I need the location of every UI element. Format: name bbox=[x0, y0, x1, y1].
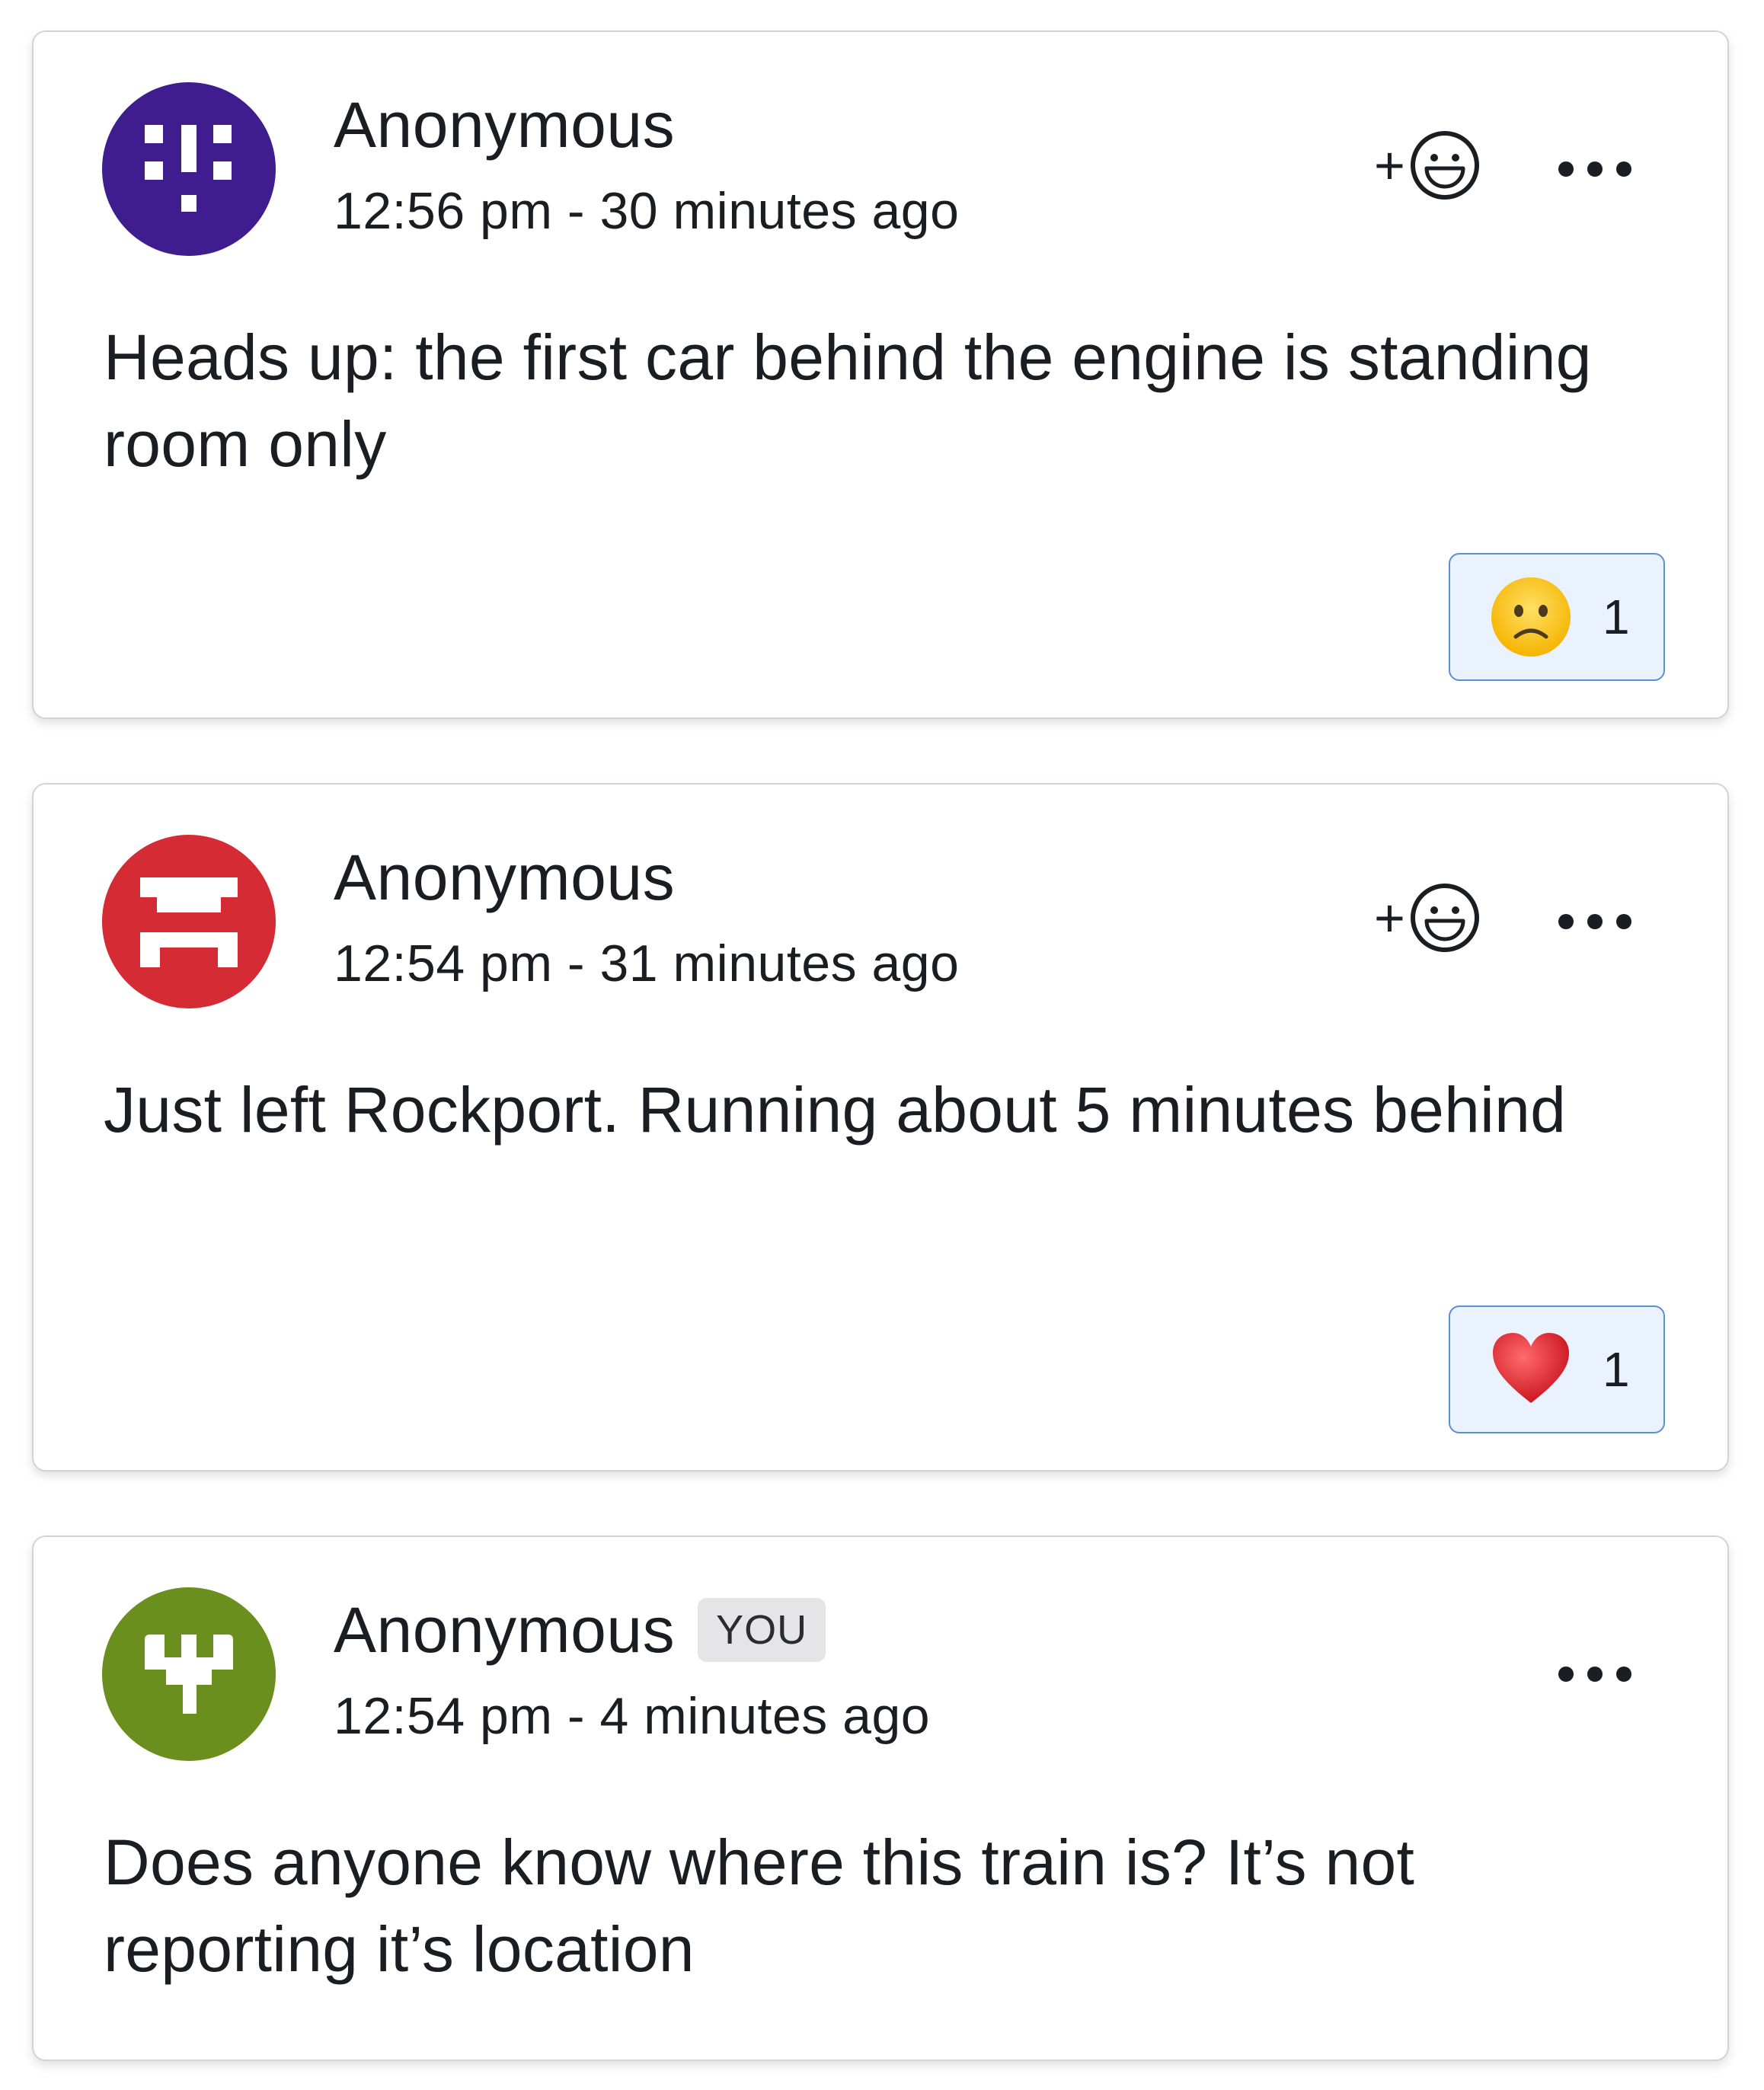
ellipsis-icon bbox=[1558, 914, 1631, 929]
smiley-face-icon bbox=[1410, 131, 1479, 200]
reaction-count: 1 bbox=[1603, 590, 1630, 644]
author-row: Anonymous YOU bbox=[334, 1592, 826, 1668]
more-options-button[interactable] bbox=[1549, 146, 1641, 192]
post-card: Anonymous YOU 12:54 pm - 4 minutes ago D… bbox=[32, 1536, 1729, 2061]
author-name: Anonymous bbox=[334, 1593, 676, 1666]
post-message: Just left Rockport. Running about 5 minu… bbox=[104, 1074, 1567, 1146]
author-name: Anonymous bbox=[334, 88, 676, 161]
plus-label: + bbox=[1374, 888, 1405, 948]
reaction-chip[interactable]: 1 bbox=[1449, 1305, 1665, 1433]
post-card: Anonymous 12:56 pm - 30 minutes ago + He… bbox=[32, 30, 1729, 719]
slightly-frowning-face-icon bbox=[1491, 577, 1571, 657]
more-options-button[interactable] bbox=[1549, 899, 1641, 944]
post-timestamp: 12:54 pm - 31 minutes ago bbox=[334, 935, 960, 992]
reaction-count: 1 bbox=[1603, 1342, 1630, 1397]
ellipsis-icon bbox=[1558, 161, 1631, 177]
post-message: Heads up: the first car behind the engin… bbox=[104, 321, 1592, 480]
avatar-purple-pattern-icon bbox=[102, 82, 276, 256]
add-reaction-button[interactable]: + bbox=[1374, 876, 1496, 960]
avatar-green-pattern-icon bbox=[102, 1587, 276, 1761]
ellipsis-icon bbox=[1558, 1667, 1631, 1682]
author-row: Anonymous bbox=[334, 839, 675, 916]
avatar[interactable] bbox=[102, 835, 276, 1008]
avatar[interactable] bbox=[102, 1587, 276, 1761]
author-name: Anonymous bbox=[334, 841, 676, 913]
avatar-red-pattern-icon bbox=[102, 835, 276, 1008]
reaction-chip[interactable]: 1 bbox=[1449, 553, 1665, 681]
post-timestamp: 12:54 pm - 4 minutes ago bbox=[334, 1687, 931, 1745]
author-row: Anonymous bbox=[334, 87, 675, 163]
post-timestamp: 12:56 pm - 30 minutes ago bbox=[334, 182, 960, 240]
add-reaction-button[interactable]: + bbox=[1374, 123, 1496, 207]
more-options-button[interactable] bbox=[1549, 1651, 1641, 1697]
message-feed: Anonymous 12:56 pm - 30 minutes ago + He… bbox=[0, 0, 1764, 2090]
avatar[interactable] bbox=[102, 82, 276, 256]
post-message: Does anyone know where this train is? It… bbox=[104, 1826, 1415, 1985]
red-heart-icon bbox=[1493, 1333, 1569, 1403]
smiley-face-icon bbox=[1410, 884, 1479, 952]
plus-label: + bbox=[1374, 136, 1405, 195]
post-card: Anonymous 12:54 pm - 31 minutes ago + Ju… bbox=[32, 783, 1729, 1472]
you-badge: YOU bbox=[698, 1598, 826, 1662]
